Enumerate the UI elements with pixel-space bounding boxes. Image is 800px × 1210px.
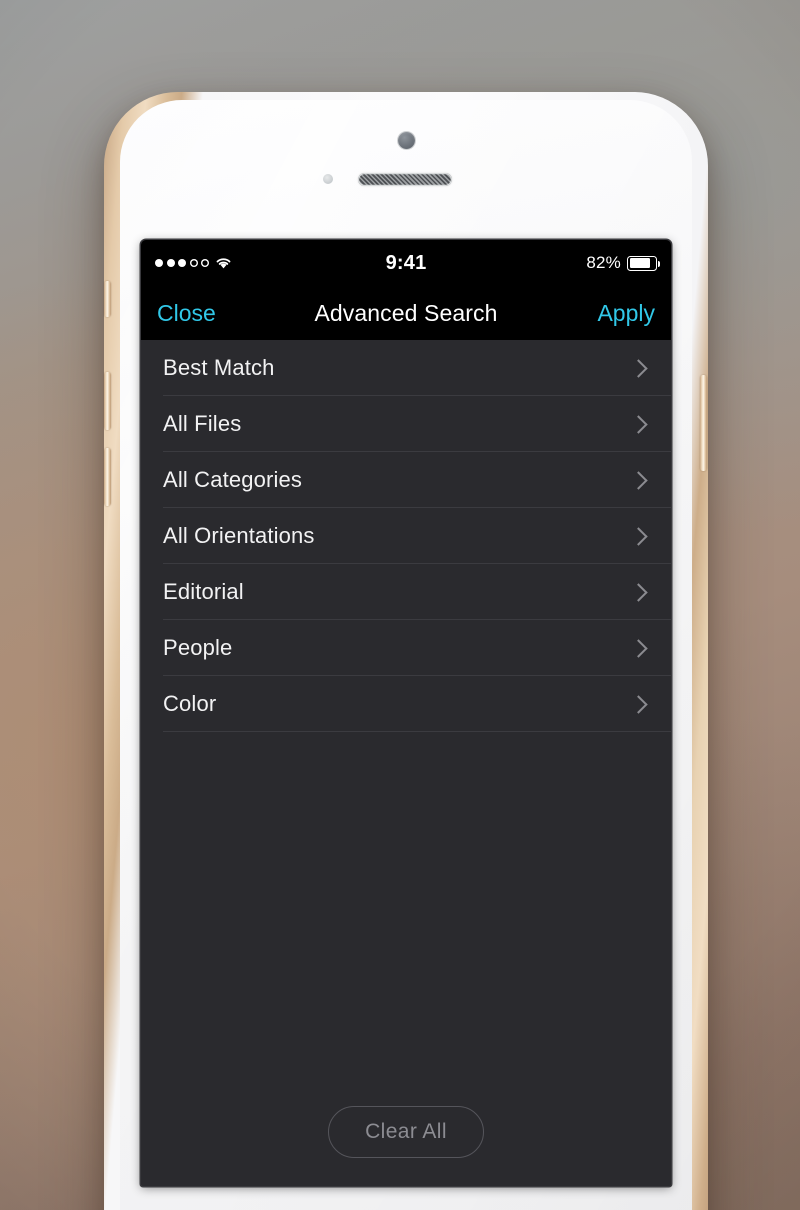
list-item[interactable]: People — [141, 620, 671, 676]
list-item-label: All Files — [163, 411, 242, 436]
power-button[interactable] — [700, 375, 707, 471]
list-item[interactable]: Color — [141, 676, 671, 732]
list-item[interactable]: All Files — [141, 396, 671, 452]
clear-all-button[interactable]: Clear All — [328, 1106, 484, 1158]
list-item-label: All Orientations — [163, 523, 315, 548]
front-camera-icon — [398, 132, 415, 149]
list-item-label: People — [163, 635, 233, 660]
signal-dot — [166, 259, 175, 267]
signal-dot — [178, 259, 186, 267]
volume-up-button[interactable] — [104, 372, 111, 430]
navigation-bar: Close Advanced Search Apply — [141, 286, 671, 340]
signal-dot — [190, 259, 198, 267]
screenshot-scene: 9:41 82% Close Advanced Search Apply Bes… — [0, 0, 800, 1210]
close-button[interactable]: Close — [157, 300, 314, 327]
chevron-right-icon — [629, 694, 648, 714]
chevron-right-icon — [629, 638, 648, 658]
list-item[interactable]: All Categories — [141, 452, 671, 508]
phone-screen: 9:41 82% Close Advanced Search Apply Bes… — [141, 240, 671, 1186]
list-item-label: Best Match — [163, 355, 275, 380]
proximity-sensor-icon — [323, 174, 333, 184]
battery-fill — [629, 258, 650, 268]
battery-percent-label: 82% — [586, 253, 621, 272]
wifi-icon — [215, 257, 232, 270]
signal-strength-icon — [155, 259, 209, 267]
signal-dot — [155, 259, 163, 267]
list-item-label: Editorial — [163, 579, 244, 604]
status-bar-left — [155, 257, 386, 270]
chevron-right-icon — [629, 414, 648, 434]
chevron-right-icon — [629, 470, 648, 490]
list-item[interactable]: Best Match — [141, 340, 671, 396]
footer-actions: Clear All — [141, 1106, 671, 1158]
status-bar-right: 82% — [426, 253, 661, 273]
volume-down-button[interactable] — [104, 448, 111, 506]
chevron-right-icon — [629, 526, 648, 546]
chevron-right-icon — [629, 358, 648, 378]
filter-list: Best Match All Files All Categories All Ori… — [141, 340, 671, 732]
chevron-right-icon — [629, 582, 648, 602]
mute-switch[interactable] — [104, 281, 111, 317]
status-bar-clock: 9:41 — [385, 251, 427, 274]
page-title: Advanced Search — [314, 299, 498, 326]
apply-button[interactable]: Apply — [498, 300, 655, 327]
earpiece-speaker-icon — [358, 173, 452, 186]
list-item-label: All Categories — [163, 467, 303, 492]
list-separator — [163, 731, 671, 732]
battery-icon — [627, 255, 661, 271]
status-bar: 9:41 82% — [141, 240, 671, 286]
status-bar-center: 9:41 — [386, 252, 427, 275]
list-item-label: Color — [163, 691, 217, 716]
signal-dot — [201, 259, 209, 267]
list-item[interactable]: Editorial — [141, 564, 671, 620]
list-item[interactable]: All Orientations — [141, 508, 671, 564]
